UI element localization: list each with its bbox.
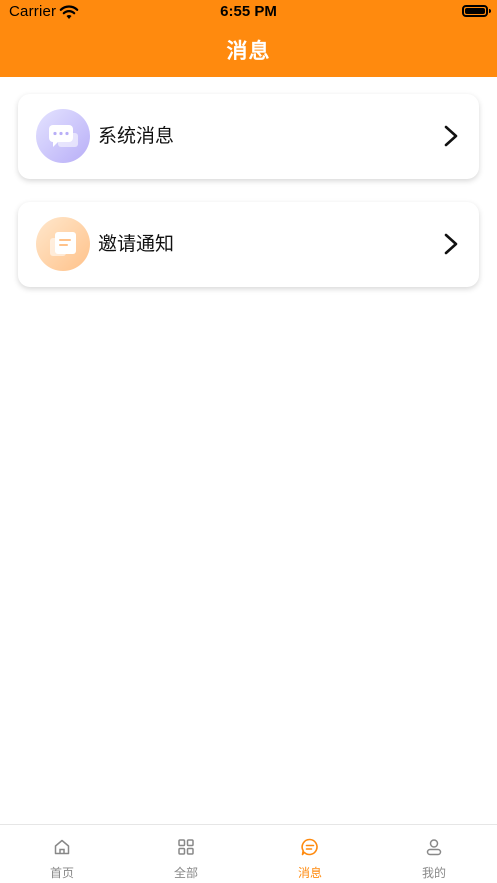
tab-messages-label: 消息 xyxy=(297,866,322,880)
document-note-icon xyxy=(36,217,90,271)
tab-messages[interactable]: 消息 xyxy=(248,825,372,883)
tab-home[interactable]: 首页 xyxy=(0,825,124,883)
grid-icon xyxy=(178,839,194,855)
message-icon xyxy=(301,838,318,856)
bottom-tab-bar: 首页 全部 消息 我的 xyxy=(0,824,497,883)
header-bar: Carrier 6:55 PM 消息 xyxy=(0,0,497,77)
tab-all-label: 全部 xyxy=(173,866,198,880)
system-message-card[interactable]: 系统消息 xyxy=(18,94,479,179)
home-icon xyxy=(54,839,70,855)
tab-mine[interactable]: 我的 xyxy=(372,825,496,883)
system-message-label: 系统消息 xyxy=(98,125,175,147)
page-title: 消息 xyxy=(226,39,271,63)
tab-home-label: 首页 xyxy=(49,866,74,880)
invite-notice-label: 邀请通知 xyxy=(98,233,175,255)
message-screen: Carrier 6:55 PM 消息 系统消息 邀请通知 首页 全部 消息 我的 xyxy=(0,0,497,883)
user-icon xyxy=(426,839,442,856)
invite-notice-card[interactable]: 邀请通知 xyxy=(18,202,479,287)
tab-all[interactable]: 全部 xyxy=(124,825,248,883)
chat-bubble-icon xyxy=(36,109,90,163)
chevron-right-icon xyxy=(444,233,458,255)
chevron-right-icon xyxy=(444,125,458,147)
clock: 6:55 PM xyxy=(220,3,277,20)
battery-icon xyxy=(462,5,491,17)
tab-mine-label: 我的 xyxy=(421,866,446,880)
status-bar: Carrier 6:55 PM xyxy=(0,0,497,26)
